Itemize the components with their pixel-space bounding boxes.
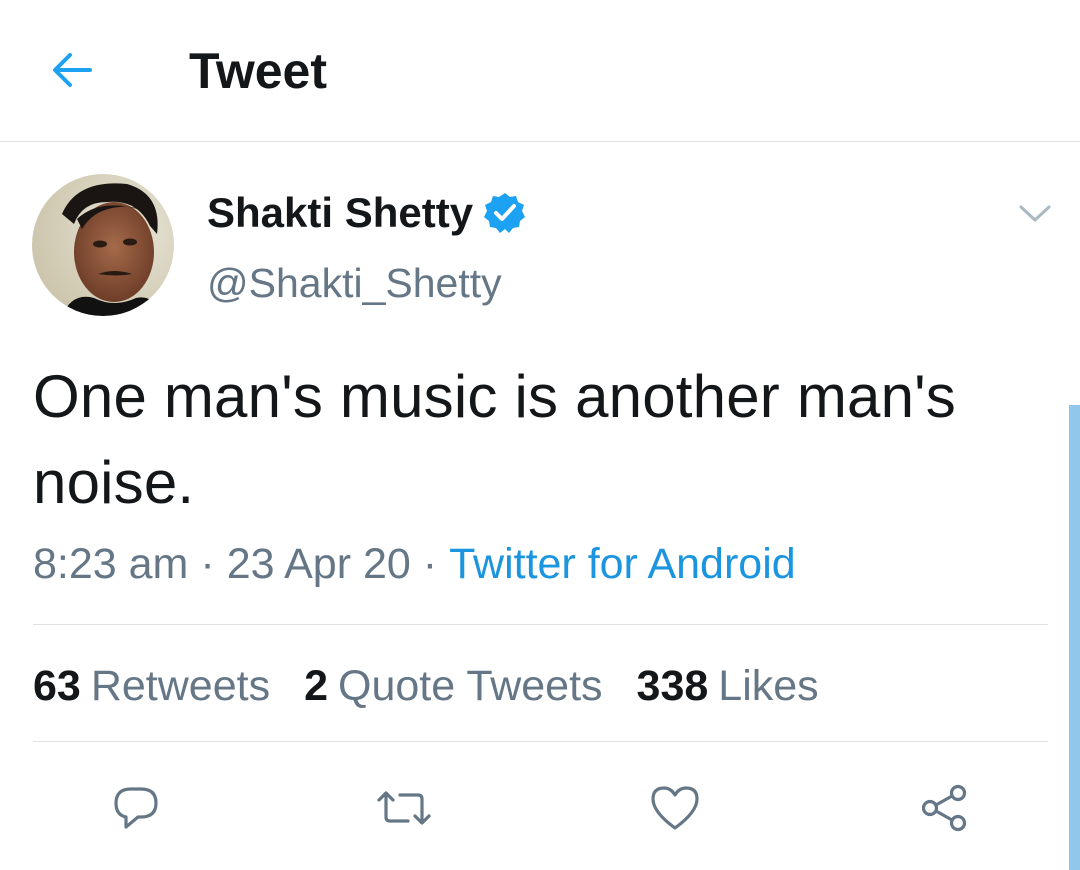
quote-tweets-label: Quote Tweets [338,662,603,710]
tweet-source-link[interactable]: Twitter for Android [449,540,796,588]
retweet-icon [377,791,431,825]
tweet-date: 23 Apr 20 [226,540,411,588]
reply-icon [114,787,158,829]
more-options-button[interactable] [1012,194,1058,234]
chevron-down-icon [1019,205,1051,222]
quote-tweets-count: 2 [304,662,329,710]
meta-separator: · [422,540,438,588]
share-icon [921,784,967,832]
divider [33,624,1048,625]
reply-button[interactable] [106,778,166,838]
divider [33,741,1048,742]
profile-photo [32,174,174,316]
tweet-text: One man's music is another man's noise. [33,363,957,516]
heart-icon [651,786,699,830]
engagement-stats: 63 Retweets 2 Quote Tweets 338 Likes [33,658,853,714]
top-app-bar: Tweet [0,0,1080,142]
avatar[interactable] [32,174,174,316]
retweets-stat[interactable]: 63 Retweets [33,658,270,714]
like-button[interactable] [645,778,705,838]
meta-separator: · [200,540,215,588]
quote-tweets-stat[interactable]: 2 Quote Tweets [304,658,602,714]
scrollbar[interactable] [1069,405,1080,870]
share-button[interactable] [914,778,974,838]
user-handle[interactable]: @Shakti_Shetty [207,255,502,311]
back-arrow-icon [53,53,92,87]
tweet-meta: 8:23 am · 23 Apr 20 · Twitter for Android [33,536,796,592]
likes-count: 338 [636,662,709,710]
retweets-label: Retweets [90,662,271,710]
display-name: Shakti Shetty [207,189,474,236]
author-name-row[interactable]: Shakti Shetty [207,185,527,241]
retweet-button[interactable] [374,778,434,838]
page-title: Tweet [189,43,327,99]
likes-label: Likes [718,662,819,710]
verified-badge-icon [483,191,527,235]
retweets-count: 63 [33,662,81,710]
back-button[interactable] [46,44,98,96]
tweet-time: 8:23 am [33,540,189,588]
likes-stat[interactable]: 338 Likes [637,658,819,714]
tweet-detail-screen: Tweet Shakti Shetty @Shakti_Shetty One m… [0,0,1080,870]
